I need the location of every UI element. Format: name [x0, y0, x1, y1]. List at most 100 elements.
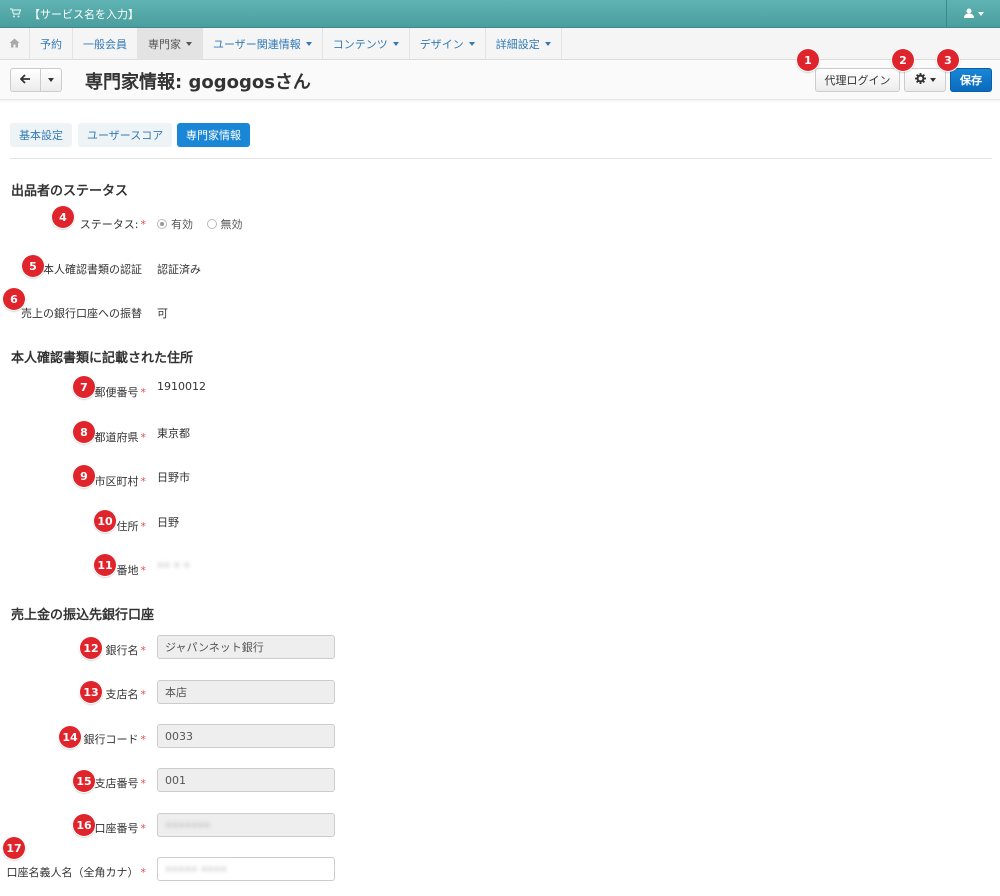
chevron-down-icon — [48, 78, 54, 82]
nav-item-contents[interactable]: コンテンツ — [323, 28, 410, 60]
save-label: 保存 — [960, 74, 982, 87]
tab-user-score[interactable]: ユーザースコア — [78, 123, 173, 147]
nav-item-label: ユーザー関連情報 — [213, 38, 301, 51]
account-holder-field[interactable]: ••••• •••• — [157, 857, 335, 881]
radio-icon — [206, 219, 217, 229]
branch-name-field[interactable]: 本店 — [157, 680, 335, 704]
tab-label: ユーザースコア — [87, 129, 164, 142]
bank-name-field[interactable]: ジャパンネット銀行 — [157, 635, 335, 659]
status-radio-disabled[interactable]: 無効 — [206, 218, 243, 231]
nav-item-user-info[interactable]: ユーザー関連情報 — [203, 28, 323, 60]
nav-item-design[interactable]: デザイン — [410, 28, 486, 60]
bank-code-field[interactable]: 0033 — [157, 724, 335, 748]
postal-label: 郵便番号 * — [94, 386, 147, 399]
user-icon — [963, 8, 974, 21]
page-title: 専門家情報: gogogosさん — [85, 72, 311, 93]
nav-item-reservation[interactable]: 予約 — [30, 28, 73, 60]
back-dropdown-button[interactable] — [40, 68, 62, 92]
block-label: 番地 * — [116, 564, 147, 577]
nav-item-settings[interactable]: 詳細設定 — [486, 28, 562, 60]
annotation-badge: 15 — [73, 770, 95, 792]
branch-number-field[interactable]: 001 — [157, 768, 335, 792]
status-label: ステータス: * — [79, 218, 146, 231]
nav-home[interactable] — [0, 28, 30, 60]
annotation-badge: 5 — [22, 255, 44, 277]
cart-icon — [10, 7, 22, 21]
save-button[interactable]: 保存 — [950, 68, 992, 92]
account-number-field[interactable]: ••••••• — [157, 813, 335, 837]
annotation-badge: 13 — [80, 681, 102, 703]
city-value: 日野市 — [157, 471, 190, 484]
annotation-badge: 4 — [52, 206, 74, 228]
chevron-down-icon — [305, 42, 312, 46]
transfer-value: 可 — [157, 307, 168, 320]
branch-name-label: 支店名 * — [105, 688, 147, 701]
chevron-down-icon — [186, 42, 192, 46]
chevron-down-icon — [977, 12, 984, 16]
identity-label: 本人確認書類の認証 — [43, 263, 142, 276]
city-label: 市区町村 * — [94, 475, 147, 488]
annotation-badge: 3 — [937, 49, 959, 71]
chevron-down-icon — [468, 42, 475, 46]
annotation-badge: 9 — [73, 465, 95, 487]
nav-item-label: 専門家 — [148, 38, 181, 51]
proxy-login-label: 代理ログイン — [824, 74, 891, 87]
tab-basic-settings[interactable]: 基本設定 — [10, 123, 72, 147]
annotation-badge: 8 — [73, 421, 95, 443]
brand[interactable]: 【サービス名を入力】 — [10, 6, 139, 22]
annotation-badge: 17 — [3, 837, 25, 859]
section-title-bank: 売上金の振込先銀行口座 — [11, 608, 155, 623]
arrow-left-icon — [19, 73, 31, 87]
annotation-badge: 10 — [94, 510, 116, 532]
back-button[interactable] — [10, 68, 41, 92]
gear-icon — [914, 73, 926, 87]
transfer-label: 売上の銀行口座への振替 — [21, 307, 142, 320]
main-nav: 予約 一般会員 専門家 ユーザー関連情報 コンテンツ デザイン 詳細設定 — [0, 28, 1000, 60]
annotation-badge: 12 — [80, 637, 102, 659]
address-label: 住所 * — [116, 520, 147, 533]
nav-item-members[interactable]: 一般会員 — [73, 28, 138, 60]
address-value: 日野 — [157, 516, 179, 529]
postal-value: 1910012 — [157, 380, 206, 393]
nav-item-experts[interactable]: 専門家 — [138, 28, 203, 60]
nav-item-label: 一般会員 — [83, 38, 127, 51]
nav-item-label: 予約 — [40, 38, 62, 51]
account-holder-label: 口座名義人名（全角カナ） * — [6, 866, 147, 879]
radio-icon — [157, 219, 167, 229]
annotation-badge: 1 — [797, 49, 819, 71]
annotation-badge: 6 — [3, 288, 25, 310]
annotation-badge: 7 — [73, 376, 95, 398]
chevron-down-icon — [392, 42, 399, 46]
annotation-badge: 11 — [94, 554, 116, 576]
section-title-address: 本人確認書類に記載された住所 — [11, 351, 194, 366]
tab-expert-info[interactable]: 専門家情報 — [177, 123, 250, 147]
chevron-down-icon — [929, 78, 936, 82]
annotation-badge: 2 — [892, 49, 914, 71]
section-title-status: 出品者のステータス — [11, 184, 129, 199]
tab-label: 専門家情報 — [186, 129, 241, 142]
identity-value: 認証済み — [157, 263, 201, 276]
status-radio-enabled[interactable]: 有効 — [157, 218, 193, 231]
tab-label: 基本設定 — [19, 129, 63, 142]
user-menu[interactable] — [946, 0, 1000, 28]
block-value: •• • • — [157, 559, 190, 572]
status-radio-group: 有効 無効 — [157, 216, 243, 232]
prefecture-label: 都道府県 * — [94, 431, 147, 444]
nav-item-label: デザイン — [419, 38, 464, 51]
chevron-down-icon — [544, 42, 551, 46]
bank-code-label: 銀行コード * — [83, 733, 147, 746]
top-bar: 【サービス名を入力】 — [0, 0, 1000, 28]
branch-number-label: 支店番号 * — [94, 777, 147, 790]
divider — [10, 158, 992, 159]
proxy-login-button[interactable]: 代理ログイン — [815, 68, 900, 92]
annotation-badge: 14 — [59, 726, 81, 748]
nav-item-label: 詳細設定 — [495, 38, 540, 51]
account-number-label: 口座番号 * — [94, 822, 147, 835]
nav-item-label: コンテンツ — [332, 38, 388, 51]
annotation-badge: 16 — [73, 814, 95, 836]
home-icon — [9, 38, 20, 51]
bank-name-label: 銀行名 * — [105, 644, 147, 657]
settings-dropdown-button[interactable] — [904, 68, 946, 92]
service-name[interactable]: 【サービス名を入力】 — [29, 6, 139, 22]
prefecture-value: 東京都 — [157, 427, 190, 440]
